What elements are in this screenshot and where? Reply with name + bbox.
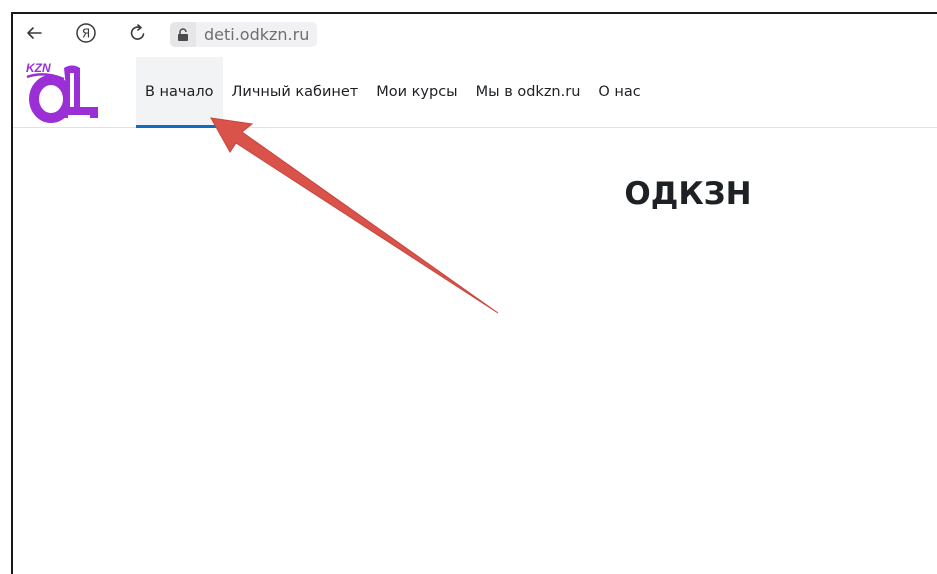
lock-icon <box>178 27 188 41</box>
yandex-icon: Я <box>76 23 96 43</box>
page-title: ОДКЗН <box>624 176 752 212</box>
nav-item-my-courses[interactable]: Мои курсы <box>367 57 466 127</box>
browser-window: Я deti.odkzn.ru KZN В начало Личный каби… <box>11 12 937 574</box>
reload-button[interactable] <box>125 20 151 46</box>
url-text: deti.odkzn.ru <box>204 25 310 44</box>
reload-icon <box>130 24 145 40</box>
back-arrow-icon <box>27 27 42 39</box>
nav-item-dashboard[interactable]: Личный кабинет <box>223 57 368 127</box>
nav-item-about[interactable]: О нас <box>589 57 649 127</box>
yandex-button[interactable]: Я <box>73 20 99 46</box>
svg-text:Я: Я <box>82 27 90 41</box>
address-bar[interactable]: deti.odkzn.ru <box>170 22 318 47</box>
main-nav: В начало Личный кабинет Мои курсы Мы в o… <box>136 57 650 128</box>
site-security-button[interactable] <box>170 22 196 47</box>
nav-item-home[interactable]: В начало <box>136 57 223 128</box>
site-logo[interactable]: KZN <box>24 59 104 123</box>
nav-item-odkzn[interactable]: Мы в odkzn.ru <box>467 57 590 127</box>
logo-text: KZN <box>26 61 51 75</box>
browser-toolbar: Я deti.odkzn.ru <box>13 14 937 56</box>
site-header: KZN В начало Личный кабинет Мои курсы Мы… <box>13 57 937 128</box>
back-button[interactable] <box>21 20 47 46</box>
